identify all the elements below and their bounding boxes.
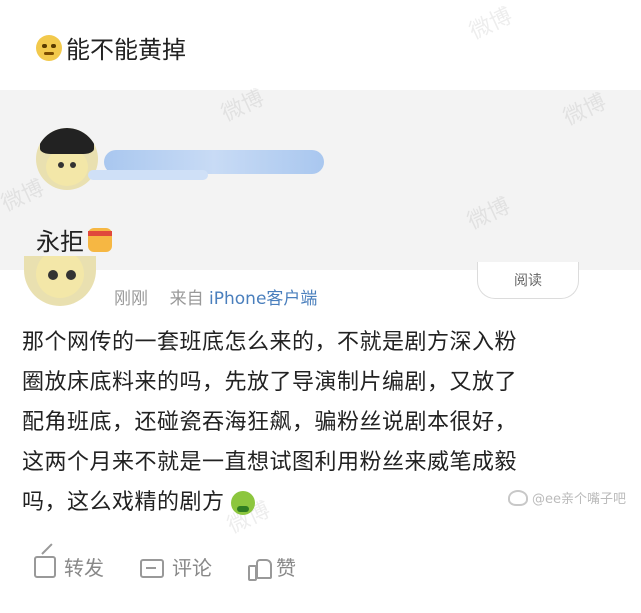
post-meta: 刚刚 来自 iPhone客户端 bbox=[114, 284, 317, 309]
comment-button[interactable]: 评论 bbox=[140, 552, 212, 581]
post-body-line: 这两个月来不就是一直想试图利用粉丝来威笔成毅 bbox=[22, 450, 518, 475]
yelling-face-icon bbox=[88, 227, 112, 252]
repost-comment-text: 永拒 bbox=[36, 228, 84, 256]
comment-label: 评论 bbox=[172, 556, 212, 580]
repost-icon bbox=[34, 555, 56, 578]
thinking-face-icon bbox=[36, 34, 62, 61]
credit-text: @ee亲个嘴子吧 bbox=[532, 492, 626, 507]
read-button[interactable]: 阅读 bbox=[477, 262, 579, 299]
post-body-line: 配角班底，还碰瓷吞海狂飙，骗粉丝说剧本很好， bbox=[22, 410, 518, 435]
post-time: 刚刚 bbox=[114, 289, 148, 309]
like-label: 赞 bbox=[276, 556, 296, 580]
comment-icon bbox=[140, 559, 164, 578]
post-body-last: 吗，这么戏精的剧方 bbox=[22, 490, 225, 515]
blurred-username bbox=[88, 170, 208, 180]
quoted-comment-text: 能不能黄掉 bbox=[66, 36, 186, 64]
thumbs-up-icon bbox=[248, 557, 272, 581]
credit-watermark: @ee亲个嘴子吧 bbox=[508, 488, 626, 507]
repost-comment: 永拒 bbox=[36, 222, 116, 257]
action-bar: 转发 评论 赞 bbox=[34, 552, 296, 581]
nauseated-face-icon bbox=[230, 491, 255, 515]
post-body-line: 那个网传的一套班底怎么来的，不就是剧方深入粉 bbox=[22, 330, 518, 355]
quoted-comment: 能不能黄掉 bbox=[36, 30, 186, 65]
like-button[interactable]: 赞 bbox=[248, 552, 296, 581]
post-body-line: 圈放床底料来的吗，先放了导演制片编剧，又放了 bbox=[22, 370, 518, 395]
post-from: 来自 bbox=[169, 289, 204, 309]
avatar[interactable] bbox=[36, 128, 98, 190]
post-source[interactable]: iPhone客户端 bbox=[209, 289, 317, 309]
repost-button[interactable]: 转发 bbox=[34, 552, 104, 581]
repost-label: 转发 bbox=[64, 556, 104, 580]
weibo-logo-icon bbox=[508, 489, 528, 506]
